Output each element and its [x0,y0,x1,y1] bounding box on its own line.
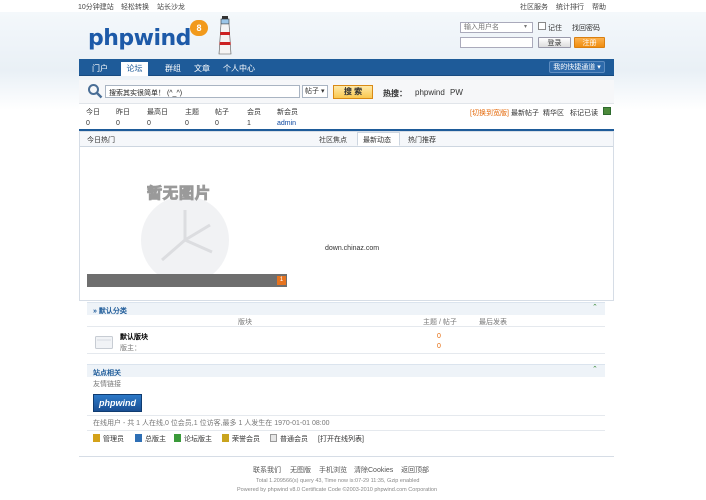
remember-checkbox[interactable] [538,22,546,30]
site-related-header[interactable]: 站点相关 [87,364,605,377]
tab-hot-recommend[interactable]: 热门推荐 [408,135,436,145]
nav-item-articles[interactable]: 文章 [194,63,210,74]
column-last-post: 最后发表 [479,319,507,326]
hot-today-title: 今日热门 [87,137,115,144]
top-link-build[interactable]: 10分钟建站 [78,2,114,12]
collapse-site-icon[interactable]: ⌃ [592,366,599,373]
search-input[interactable]: 搜索其实很简单！ (^_^) [105,85,300,98]
hot-term-phpwind[interactable]: phpwind [415,88,445,97]
footer-query-info: Total 1.209566(s) query 43, Time now is:… [256,478,420,484]
search-icon [88,84,103,99]
forum-status-icon [95,336,113,349]
latest-posts-link[interactable]: 最新帖子 [511,108,539,118]
member-icon [270,434,277,442]
stat-yesterday: 昨日 0 [116,109,130,127]
stat-topics: 主题 0 [185,109,199,127]
column-topics-posts: 主题 / 帖子 [423,319,457,326]
main-nav: 门户 论坛 群组 文章 个人中心 [79,59,614,76]
stat-today: 今日 0 [86,109,100,127]
forgot-password-link[interactable]: 找回密码 [572,23,600,33]
top-bar: 10分钟建站 轻松转换 站长沙龙 社区服务 统计排行 帮助 [0,0,706,12]
hot-search-label: 热搜： [383,89,407,98]
legend-admin: 管理员 [93,434,124,444]
stat-new-member: 新会员 admin [277,109,298,127]
open-online-list-link[interactable]: [打开在线列表] [318,434,364,444]
stat-members: 会员 1 [247,109,261,127]
lighthouse-icon [218,16,232,55]
hot-term-pw[interactable]: PW [450,88,463,97]
footer-copyright: Powered by phpwind v8.0 Certificate Code… [237,487,438,493]
footer-link-back-top[interactable]: 返回顶部 [401,465,429,475]
forum-posts-count: 0 [437,343,441,350]
legend-forum-mod: 论坛版主 [174,434,212,444]
no-image-text: 暂无图片 [146,185,212,203]
remember-label: 记住 [548,25,562,32]
category-header[interactable]: » 默认分类 [87,302,605,315]
tab-community-focus[interactable]: 社区焦点 [319,135,347,145]
tab-latest-activity-label: 最新动态 [363,137,391,144]
rss-icon[interactable] [603,107,611,115]
username-input[interactable] [460,22,533,33]
online-users-info: 在线用户 - 共 1 人在线,0 位会员,1 位访客,最多 1 人发生在 197… [93,420,330,427]
stat-peak: 最高日 0 [147,109,168,127]
mark-read-link[interactable]: 标记已读 [570,108,598,118]
forum-moderator: 版主： [120,345,141,352]
nav-item-forum[interactable]: 论坛 [120,61,149,76]
switch-wide-link[interactable]: [切换到宽版] [470,108,509,118]
nav-item-groups[interactable]: 群组 [165,63,181,74]
slide-number-button[interactable]: 1 [277,276,286,285]
login-button[interactable]: 登录 [538,37,571,48]
digest-link[interactable]: 精华区 [543,108,564,118]
divider [87,415,605,416]
category-columns: 版块 主题 / 帖子 最后发表 [87,316,605,327]
friend-link-phpwind-logo[interactable]: phpwind [93,394,142,412]
collapse-category-icon[interactable]: ⌃ [592,304,599,311]
password-input[interactable] [460,37,533,48]
divider [87,430,605,431]
register-button[interactable]: 注册 [574,37,605,48]
forum-topics-count: 0 [437,333,441,340]
super-moderator-icon [135,434,142,442]
top-link-ranking[interactable]: 统计排行 [556,2,584,12]
column-forum: 版块 [238,319,252,326]
admin-icon [93,434,100,442]
logo-version-badge: 8 [190,20,208,36]
top-link-help[interactable]: 帮助 [592,2,606,12]
nav-item-personal[interactable]: 个人中心 [223,63,255,74]
forum-row [87,329,605,354]
footer-link-clear-cookies[interactable]: 清除Cookies [354,465,393,475]
search-type-select[interactable]: 帖子 ▾ [302,85,328,98]
moderator-icon [174,434,181,442]
honor-member-icon [222,434,229,442]
quick-nav-dropdown[interactable]: 我的快捷通道 ▾ [549,61,605,73]
top-link-convert[interactable]: 轻松转换 [121,2,149,12]
legend-member: 普通会员 [270,434,308,444]
search-button[interactable]: 搜 索 [333,85,373,99]
footer-link-mobile[interactable]: 手机浏览 [319,465,347,475]
footer-link-text-version[interactable]: 无图版 [290,465,311,475]
watermark-text: down.chinaz.com [325,245,380,252]
footer-link-contact[interactable]: 联系我们 [253,465,281,475]
nav-item-portal[interactable]: 门户 [92,63,108,74]
legend-super-mod: 总版主 [135,434,166,444]
top-link-service[interactable]: 社区服务 [520,2,548,12]
friend-links-label: 友情链接 [93,381,121,388]
legend-honor: 荣誉会员 [222,434,260,444]
chevron-down-icon[interactable]: ▾ [524,23,527,30]
site-logo[interactable]: phpwind [88,26,191,51]
footer-divider [79,456,614,457]
top-link-salon[interactable]: 站长沙龙 [157,2,185,12]
search-type-value: 帖子 [305,88,319,95]
slide-caption-bar [87,274,287,287]
stat-posts: 帖子 0 [215,109,229,127]
forum-name[interactable]: 默认版块 [120,332,148,342]
